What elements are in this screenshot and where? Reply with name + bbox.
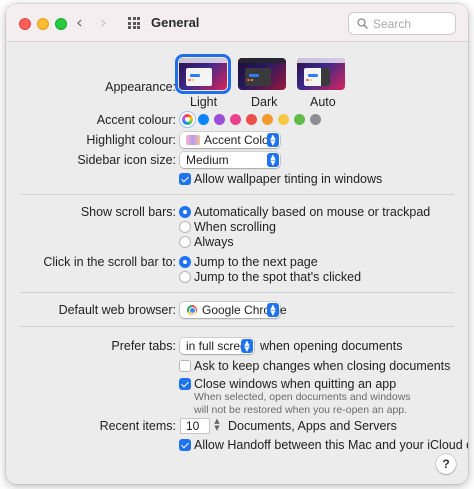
sidebar-icon-size-popup[interactable]: Medium ▲ ▼ bbox=[180, 152, 280, 168]
popup-chevron-icon: ▲ ▼ bbox=[241, 339, 253, 353]
handoff-label: Allow Handoff between this Mac and your … bbox=[194, 438, 468, 452]
popup-chevron-icon: ▲ ▼ bbox=[267, 153, 279, 167]
recent-items-suffix: Documents, Apps and Servers bbox=[228, 419, 397, 433]
wallpaper-tinting-label: Allow wallpaper tinting in windows bbox=[194, 172, 383, 186]
divider bbox=[20, 326, 454, 327]
handoff-checkbox[interactable] bbox=[179, 439, 191, 451]
accent-swatch-green[interactable] bbox=[294, 114, 305, 125]
sidebar-icon-size-value: Medium bbox=[186, 153, 229, 167]
default-browser-popup[interactable]: Google Chrome ▲ ▼ bbox=[180, 302, 287, 318]
divider bbox=[20, 292, 454, 293]
prefer-tabs-suffix: when opening documents bbox=[260, 339, 403, 353]
scroll-bars-when-scrolling-label: When scrolling bbox=[194, 220, 276, 234]
scroll-click-spot-radio[interactable] bbox=[179, 271, 191, 283]
search-input[interactable] bbox=[373, 16, 451, 31]
popup-chevron-icon: ▲ ▼ bbox=[267, 133, 279, 147]
close-windows-checkbox[interactable] bbox=[179, 378, 191, 390]
back-arrow-icon[interactable]: ‹ bbox=[76, 13, 83, 33]
general-pane: Appearance: Light Dark Auto Accent colou… bbox=[6, 42, 468, 484]
accent-swatch-red[interactable] bbox=[246, 114, 257, 125]
accent-swatch-pink[interactable] bbox=[230, 114, 241, 125]
scroll-bars-always-label: Always bbox=[194, 235, 234, 249]
accent-swatch-purple[interactable] bbox=[214, 114, 225, 125]
scroll-bars-automatic-radio[interactable] bbox=[179, 206, 191, 218]
divider bbox=[20, 194, 454, 195]
ask-keep-changes-checkbox[interactable] bbox=[179, 360, 191, 372]
appearance-dark-label: Dark bbox=[251, 95, 278, 109]
scroll-bars-automatic-label: Automatically based on mouse or trackpad bbox=[194, 205, 431, 219]
appearance-auto-thumbnail[interactable] bbox=[297, 58, 345, 90]
prefer-tabs-label: Prefer tabs: bbox=[111, 339, 176, 353]
close-windows-label: Close windows when quitting an app bbox=[194, 377, 397, 391]
appearance-auto-label: Auto bbox=[310, 95, 336, 109]
appearance-light-thumbnail[interactable] bbox=[175, 54, 231, 94]
scroll-bars-always-radio[interactable] bbox=[179, 236, 191, 248]
zoom-window-button[interactable] bbox=[55, 18, 67, 30]
show-scroll-bars-label: Show scroll bars: bbox=[80, 205, 176, 219]
sidebar-icon-size-label: Sidebar icon size: bbox=[77, 153, 176, 167]
title-bar: ‹ › General bbox=[6, 4, 468, 42]
highlight-colour-label: Highlight colour: bbox=[86, 133, 176, 147]
scroll-click-spot-label: Jump to the spot that's clicked bbox=[194, 270, 362, 284]
window-title: General bbox=[151, 15, 200, 30]
popup-chevron-icon: ▲ ▼ bbox=[267, 303, 279, 317]
help-button[interactable]: ? bbox=[436, 454, 456, 474]
default-browser-label: Default web browser: bbox=[58, 303, 176, 317]
appearance-light-label: Light bbox=[190, 95, 218, 109]
recent-items-label: Recent items: bbox=[99, 419, 176, 433]
system-preferences-window: ‹ › General Appearance: bbox=[6, 4, 468, 484]
scroll-click-label: Click in the scroll bar to: bbox=[43, 255, 176, 269]
scroll-click-next-page-radio[interactable] bbox=[179, 256, 191, 268]
scroll-click-next-page-label: Jump to the next page bbox=[194, 255, 318, 269]
search-icon bbox=[357, 18, 368, 29]
accent-swatch-multicolour[interactable] bbox=[180, 112, 195, 127]
appearance-label: Appearance: bbox=[105, 80, 176, 94]
chrome-icon bbox=[187, 305, 197, 315]
wallpaper-tinting-checkbox[interactable] bbox=[179, 173, 191, 185]
prefer-tabs-popup[interactable]: in full screen ▲ ▼ bbox=[180, 338, 254, 354]
show-all-grid-icon[interactable] bbox=[128, 17, 140, 29]
minimize-window-button[interactable] bbox=[37, 18, 49, 30]
accent-swatch-yellow[interactable] bbox=[278, 114, 289, 125]
accent-colour-label: Accent colour: bbox=[96, 113, 176, 127]
scroll-bars-when-scrolling-radio[interactable] bbox=[179, 221, 191, 233]
accent-swatch-blue[interactable] bbox=[198, 114, 209, 125]
accent-swatch-graphite[interactable] bbox=[310, 114, 321, 125]
appearance-dark-thumbnail[interactable] bbox=[238, 58, 286, 90]
accent-swatch-orange[interactable] bbox=[262, 114, 273, 125]
recent-items-stepper-icon[interactable]: ▲ ▼ bbox=[212, 418, 222, 434]
forward-arrow-icon[interactable]: › bbox=[100, 13, 107, 33]
close-window-button[interactable] bbox=[19, 18, 31, 30]
search-field[interactable] bbox=[348, 12, 456, 35]
close-windows-note: When selected, open documents and window… bbox=[194, 391, 411, 416]
ask-keep-changes-label: Ask to keep changes when closing documen… bbox=[194, 359, 451, 373]
highlight-colour-popup[interactable]: Accent Colour ▲ ▼ bbox=[180, 132, 280, 148]
recent-items-field[interactable]: 10 bbox=[180, 418, 210, 434]
highlight-colour-swatch bbox=[186, 135, 200, 145]
recent-items-value: 10 bbox=[186, 419, 200, 433]
